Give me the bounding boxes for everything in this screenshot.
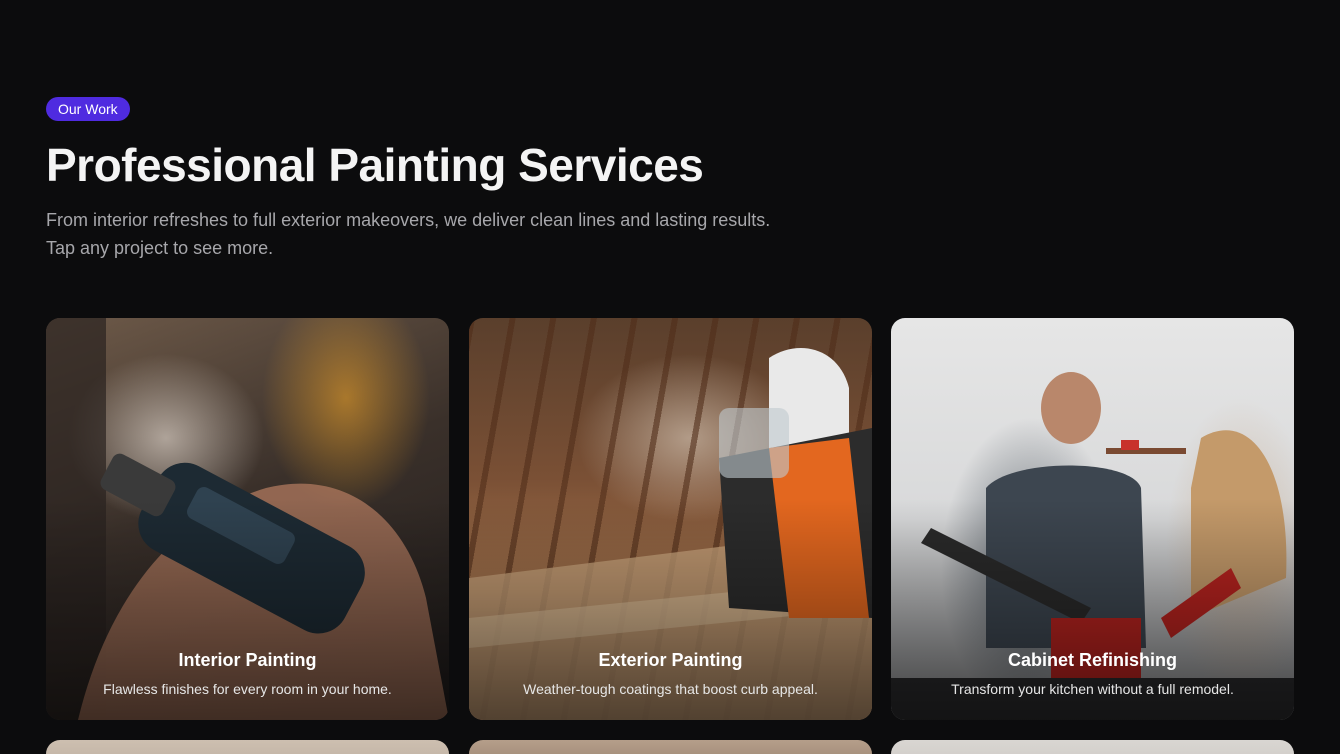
card-title: Exterior Painting (598, 650, 743, 670)
card-description: Transform your kitchen without a full re… (951, 681, 1234, 697)
project-card-peek[interactable] (469, 740, 872, 754)
card-title: Interior Painting (178, 650, 317, 670)
project-card-interior[interactable]: Interior Painting Flawless finishes for … (46, 318, 449, 720)
card-description: Weather-tough coatings that boost curb a… (523, 681, 818, 697)
page-subtitle: From interior refreshes to full exterior… (46, 210, 771, 258)
our-work-section: Our Work Professional Painting Services … (0, 0, 1340, 754)
project-card-cabinet[interactable]: Cabinet Refinishing Transform your kitch… (891, 318, 1294, 720)
card-title: Cabinet Refinishing (1007, 650, 1177, 670)
project-card-peek[interactable] (46, 740, 449, 754)
page-title: Professional Painting Services (46, 139, 704, 191)
card-description: Flawless finishes for every room in your… (103, 681, 392, 697)
project-card-exterior[interactable]: Exterior Painting Weather-tough coatings… (469, 318, 872, 720)
project-card-peek[interactable] (891, 740, 1294, 754)
section-badge: Our Work (46, 97, 130, 121)
